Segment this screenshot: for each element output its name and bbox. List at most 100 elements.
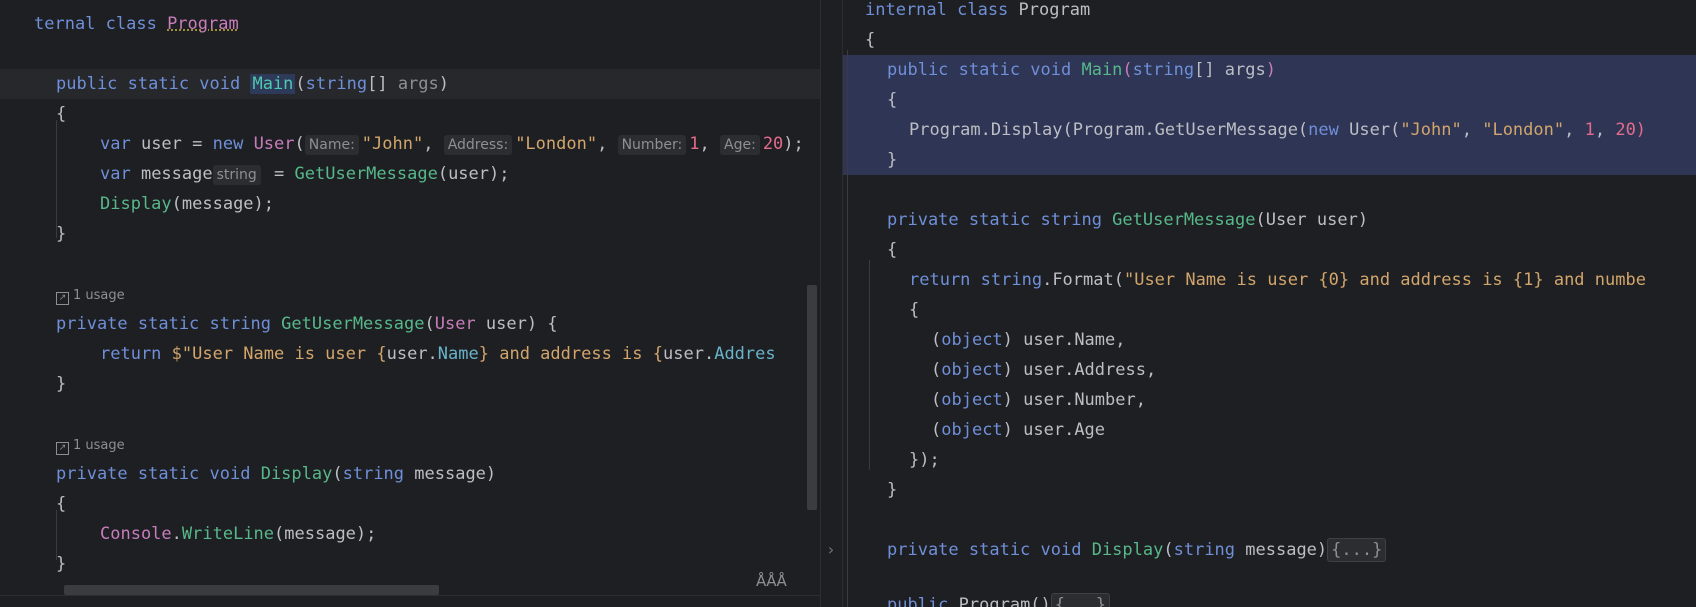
code-line[interactable]: }); [909,445,1696,475]
string-literal: "London" [515,134,598,154]
code-line[interactable]: return $"User Name is user {user.Name} a… [100,339,820,369]
punct: [] [367,74,398,94]
code-line[interactable]: { [887,235,1696,265]
code-line[interactable]: { [909,295,1696,325]
code-line[interactable]: Console.WriteLine(message); [100,519,820,549]
folded-region[interactable]: {...} [1050,593,1110,607]
horizontal-scrollbar[interactable] [64,585,439,595]
punct: ( [931,390,942,410]
class-name: Console [100,524,172,544]
code-line[interactable]: } [56,549,820,579]
method-name: Display [260,464,333,484]
code-text: ) user.Name, [1002,330,1126,350]
code-text: (user); [437,164,510,184]
keyword: object [941,360,1003,380]
code-line[interactable]: { [56,99,820,129]
punct: ); [783,134,804,154]
code-line[interactable]: private static void Display(string messa… [887,535,1696,565]
code-line[interactable]: (object) user.Address, [931,355,1696,385]
pane-splitter[interactable]: › [820,0,843,607]
string-literal: "London" [1482,120,1565,140]
keyword: public static void [56,74,251,94]
usage-hint[interactable]: ↗ 1 usage [56,286,125,306]
external-link-icon: ↗ [56,292,69,305]
code-line[interactable]: } [56,219,820,249]
punct: ( [1163,540,1174,560]
keyword: private static string [887,210,1113,230]
code-text: (message); [274,524,377,544]
keyword: private static string [56,314,282,334]
class-name: User [434,314,476,334]
code-line[interactable]: private static void Display(string messa… [56,459,820,489]
code-line[interactable]: (object) user.Name, [931,325,1696,355]
code-line[interactable]: private static string GetUserMessage(Use… [56,309,820,339]
code-line[interactable]: ternal class Program [34,9,820,39]
right-decompiled-pane[interactable]: internal class Program { public static v… [843,0,1696,607]
usage-hint[interactable]: ↗ 1 usage [56,436,125,456]
code-text: (message); [171,194,275,214]
code-line[interactable]: internal class Program [865,0,1696,25]
punct: , [699,134,721,154]
param-hint: Address: [443,135,513,155]
method-name: GetUserMessage [281,314,425,334]
type: string [980,270,1043,290]
type-hint: string [212,165,261,185]
left-editor-pane[interactable]: ternal class Program public static void … [0,0,820,607]
number-literal: 20 [762,134,784,154]
code-line[interactable]: public static void Main(string[] args) [56,69,820,99]
keyword: var [100,134,141,154]
punct: ( [295,74,306,94]
code-line[interactable]: } [56,369,820,399]
string-literal: "John" [1400,120,1462,140]
code-line[interactable]: (object) user.Age [931,415,1696,445]
reader-mode-icon[interactable]: ÅÅÅ [756,572,787,590]
number-literal: 1 [1584,120,1595,140]
number-literal: 20) [1615,120,1647,140]
code-line[interactable]: } [887,145,1696,175]
code-line[interactable]: public Program() {...} [887,590,1696,607]
keyword: new [212,134,254,154]
class-name: Program [167,14,239,34]
code-line[interactable]: return string.Format("User Name is user … [909,265,1696,295]
code-line[interactable]: Program.Display(Program.GetUserMessage(n… [909,115,1696,145]
chevron-right-icon[interactable]: › [826,540,836,559]
folded-region[interactable]: {...} [1327,538,1387,562]
class-name: Program [1018,0,1091,20]
punct: , [423,134,444,154]
punct: ( [931,360,942,380]
code-text: (User user) [1255,210,1369,230]
code-line[interactable]: { [887,85,1696,115]
punct: , [1594,120,1616,140]
code-line[interactable]: } [887,475,1696,505]
code-line[interactable]: var message string = GetUserMessage(user)… [100,159,820,189]
code-line[interactable]: var user = new User(Name: "John", Address… [100,129,820,159]
keyword: ternal class [34,14,168,34]
code-text: user = [140,134,213,154]
class-name: User [253,134,295,154]
keyword: object [941,390,1003,410]
external-link-icon: ↗ [56,442,69,455]
code-line[interactable]: private static string GetUserMessage(Use… [887,205,1696,235]
code-text: .Format( [1042,270,1124,290]
code-line[interactable]: { [865,25,1696,55]
param-hint: Name: [304,135,359,155]
code-line[interactable]: { [56,489,820,519]
code-line[interactable]: (object) user.Number, [931,385,1696,415]
punct: ) [1265,60,1276,80]
keyword: object [941,330,1003,350]
code-line[interactable]: Display(message); [100,189,820,219]
code-text: ) user.Age [1002,420,1106,440]
method-name: GetUserMessage [294,164,438,184]
code-text: message) [404,464,497,484]
code-text: User( [1349,120,1401,140]
punct: . [171,524,182,544]
code-text: user. [663,344,715,364]
usage-label: 1 usage [73,438,125,453]
code-text: message) [1235,540,1328,560]
string-literal: "User Name is user {0} and address is {1… [1123,270,1646,290]
keyword: return [100,344,172,364]
number-literal: 1 [689,134,700,154]
type: string [342,464,405,484]
vertical-scrollbar[interactable] [807,285,817,510]
code-line[interactable]: public static void Main(string[] args) [887,55,1696,85]
